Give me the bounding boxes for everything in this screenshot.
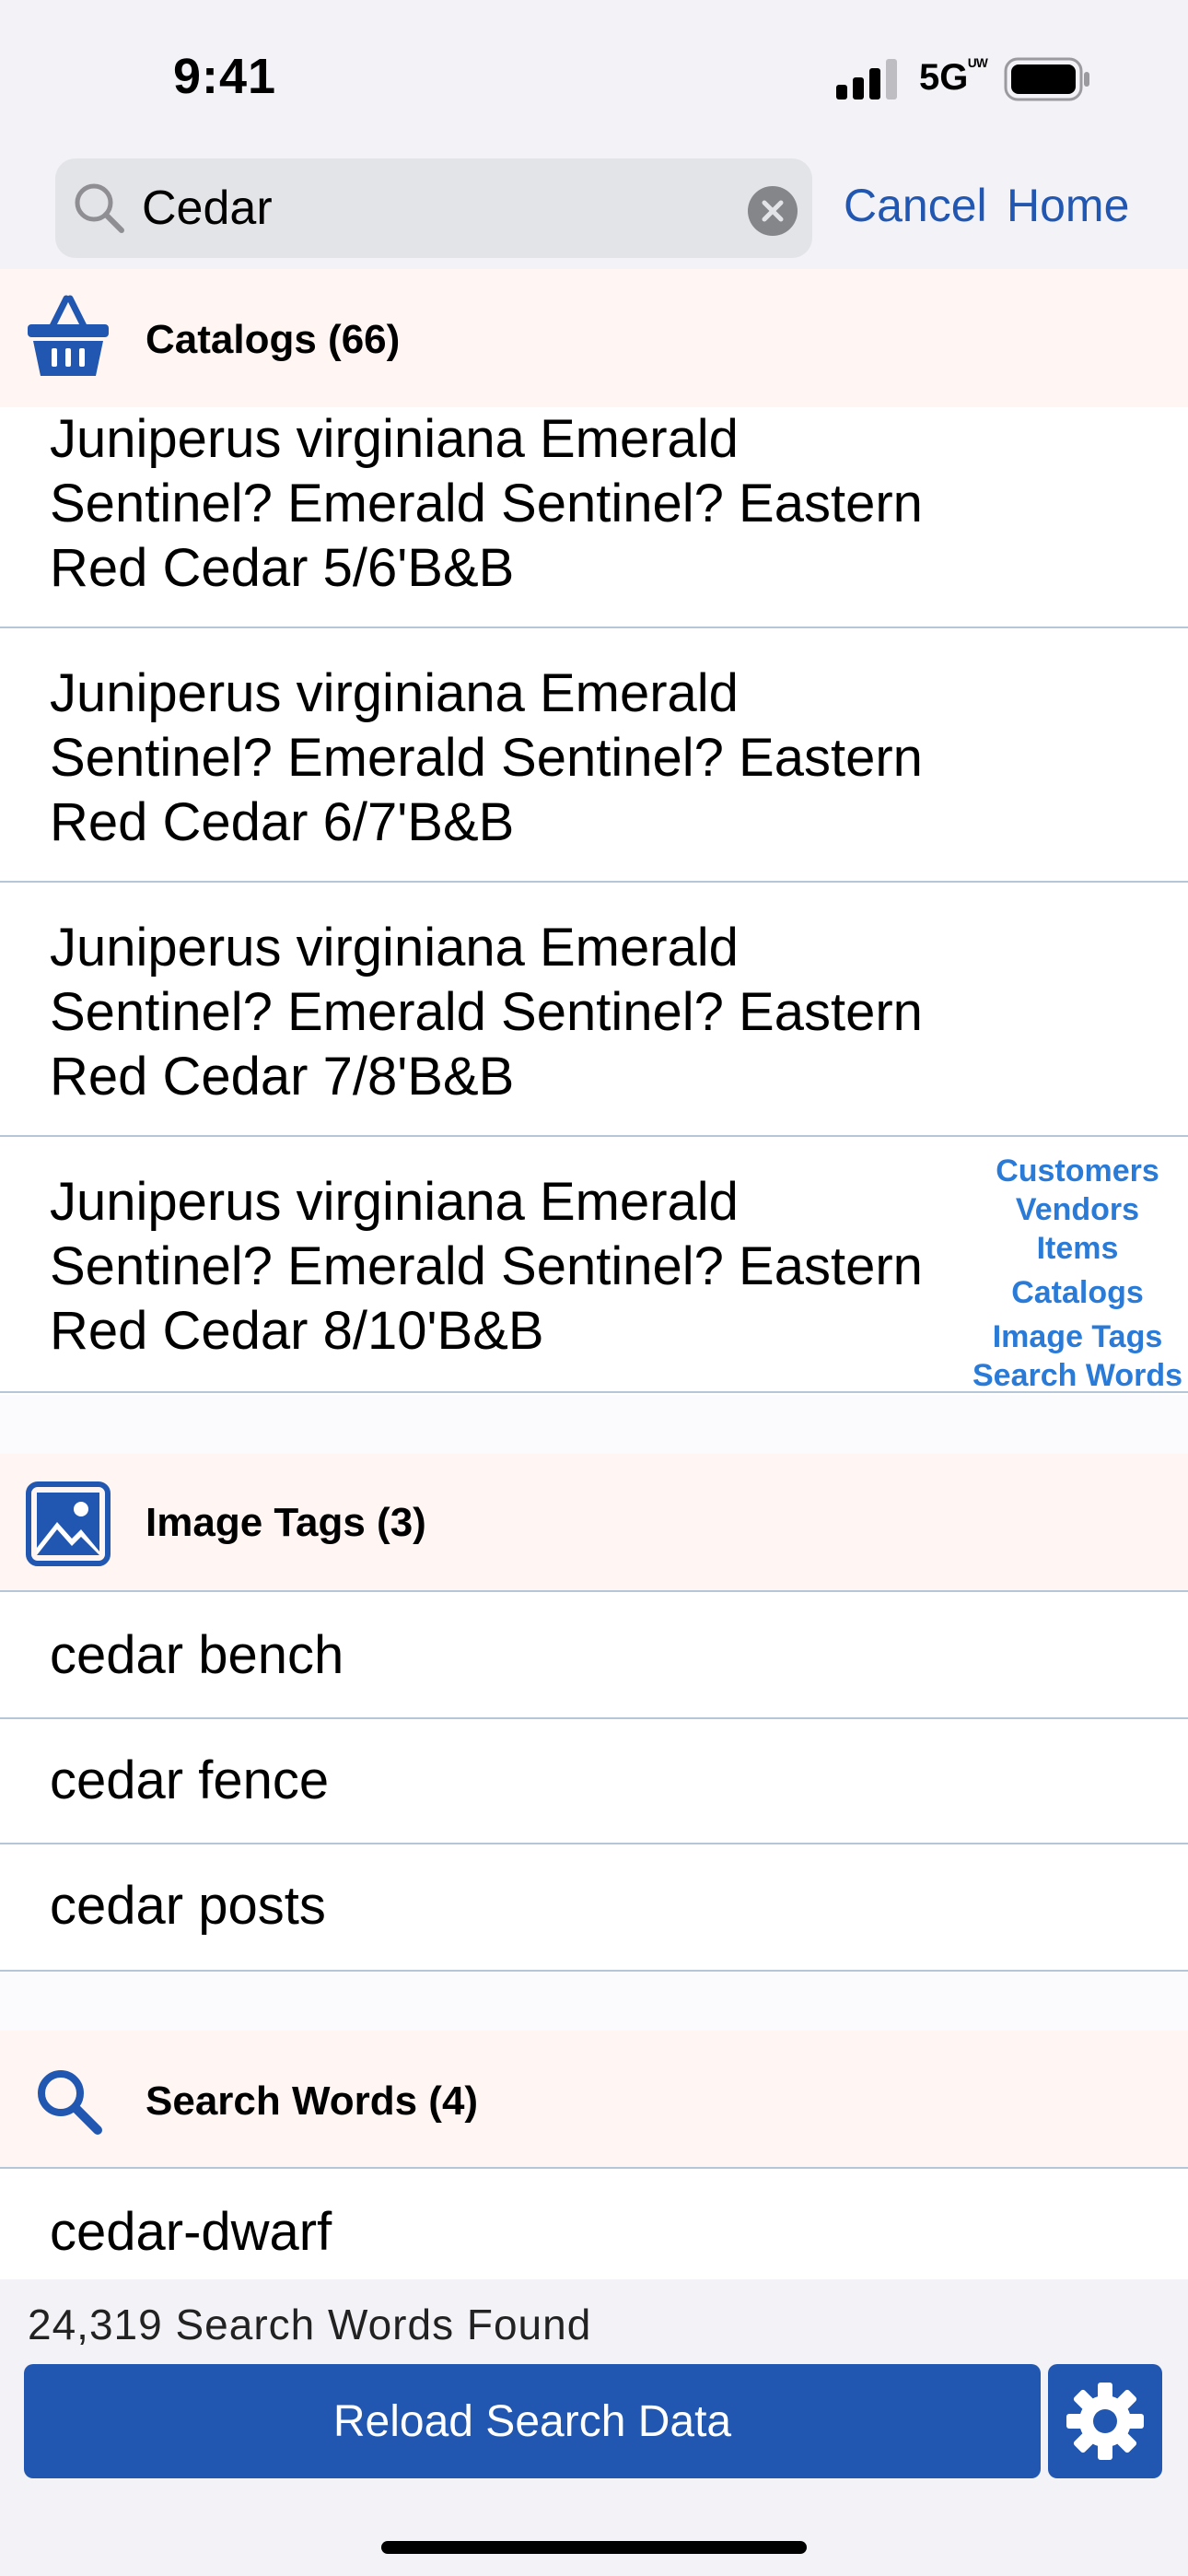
image-icon (26, 1481, 111, 1566)
status-time: 9:41 (173, 49, 277, 104)
home-button[interactable]: Home (1007, 179, 1129, 232)
gear-icon (1066, 2383, 1144, 2460)
clear-search-button[interactable] (748, 186, 798, 236)
network-type: 5Gᵁᵂ (919, 56, 988, 98)
settings-button[interactable] (1048, 2364, 1162, 2478)
battery-icon (1004, 57, 1089, 101)
section-spacer (0, 1395, 1188, 1454)
list-item-label: cedar-dwarf (50, 2202, 332, 2262)
search-input[interactable] (142, 171, 731, 245)
list-item-label: cedar posts (50, 1876, 326, 1936)
list-item-label: cedar fence (50, 1751, 330, 1810)
list-item[interactable]: cedar bench (0, 1594, 1188, 1719)
list-item-label: Juniperus virginiana Emerald Sentinel? E… (50, 663, 923, 852)
index-catalogs[interactable]: Catalogs (972, 1275, 1183, 1311)
list-item[interactable]: cedar fence (0, 1719, 1188, 1844)
search-icon (75, 183, 124, 233)
list-item[interactable]: cedar posts (0, 1844, 1188, 1972)
list-item[interactable]: Juniperus virginiana Emerald Sentinel? E… (0, 883, 1188, 1137)
list-item[interactable]: cedar-dwarf (0, 2171, 1188, 2296)
close-icon (762, 200, 784, 222)
section-spacer (0, 1972, 1188, 2031)
index-customers[interactable]: Customers (972, 1153, 1183, 1189)
index-image-tags[interactable]: Image Tags (972, 1319, 1183, 1355)
cellular-signal-icon (836, 59, 897, 100)
home-indicator (381, 2541, 807, 2554)
section-title-search-words: Search Words (4) (146, 2078, 479, 2124)
list-item-label: cedar bench (50, 1625, 344, 1685)
magnifier-icon (38, 2070, 102, 2135)
cancel-button[interactable]: Cancel (844, 179, 987, 232)
reload-search-data-button[interactable]: Reload Search Data (24, 2364, 1041, 2478)
index-items[interactable]: Items (972, 1231, 1183, 1267)
list-item-label: Juniperus virginiana Emerald Sentinel? E… (50, 1172, 923, 1361)
search-words-count: 24,319 Search Words Found (28, 2301, 592, 2348)
list-item[interactable]: Juniperus virginiana Emerald Sentinel? E… (0, 628, 1188, 883)
list-item-label: Juniperus virginiana Emerald Sentinel? E… (50, 918, 923, 1107)
basket-icon (28, 295, 109, 376)
index-search-words[interactable]: Search Words (972, 1358, 1183, 1394)
list-item-label: Juniperus virginiana Emerald Sentinel? E… (50, 409, 923, 598)
section-title-image-tags: Image Tags (3) (146, 1500, 426, 1545)
list-item[interactable]: Juniperus virginiana Emerald Sentinel? E… (0, 407, 1188, 628)
index-vendors[interactable]: Vendors (972, 1192, 1183, 1228)
section-title-catalogs: Catalogs (66) (146, 317, 401, 362)
